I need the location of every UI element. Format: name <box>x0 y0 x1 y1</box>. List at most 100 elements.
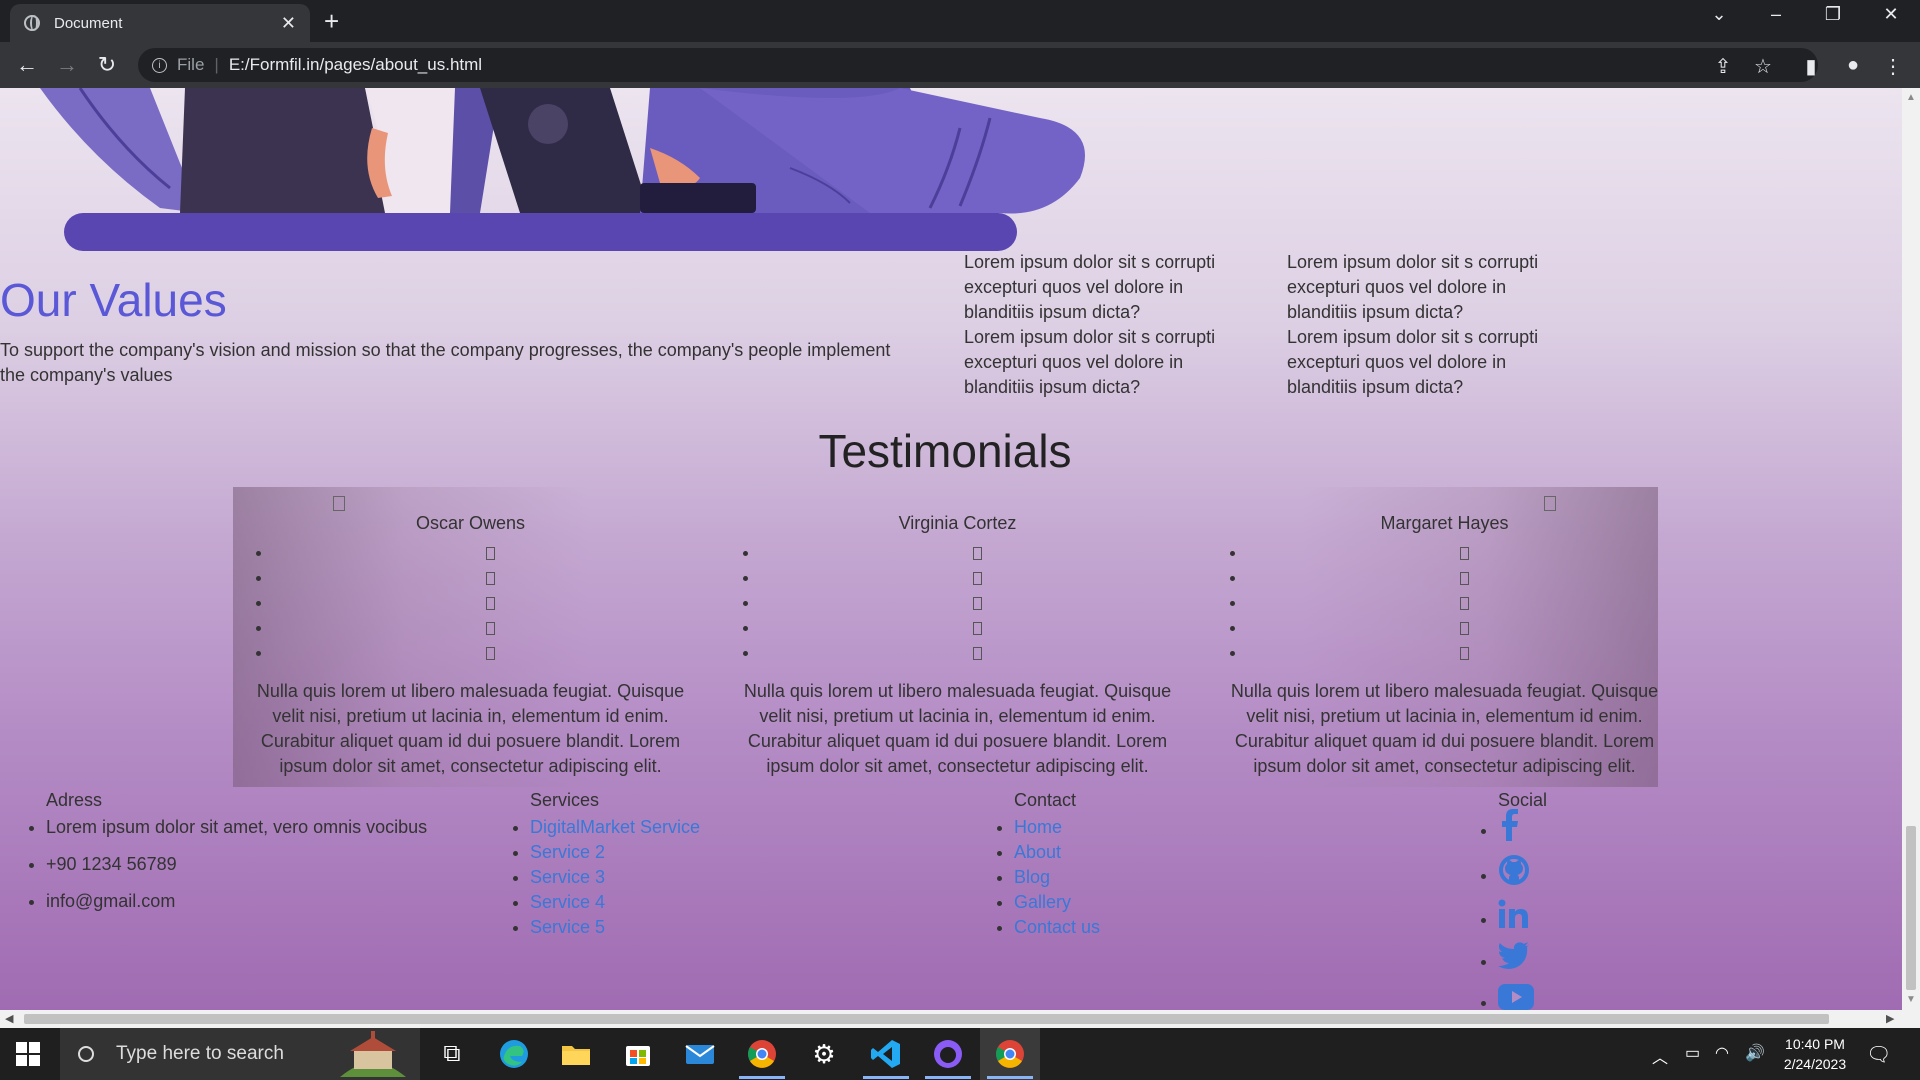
values-paragraph: Lorem ipsum dolor sit s corrupti exceptu… <box>1287 252 1539 322</box>
testimonials-title: Testimonials <box>818 425 1072 477</box>
service-link[interactable]: Service 4 <box>530 892 605 912</box>
back-button[interactable]: ← <box>12 52 42 78</box>
active-app-indicator <box>925 1076 971 1079</box>
tab-close-icon[interactable]: ✕ <box>281 13 296 34</box>
service-link[interactable]: Service 2 <box>530 842 605 862</box>
settings-gear-icon[interactable]: ⚙ <box>808 1038 840 1070</box>
info-icon[interactable]: i <box>152 57 167 73</box>
vertical-scrollbar[interactable]: ▲ ▼ <box>1902 88 1920 1010</box>
tray-chevron-icon[interactable]: ︿ <box>1652 1044 1668 1068</box>
address-bar[interactable]: i File | E:/Formfil.in/pages/about_us.ht… <box>138 48 1818 82</box>
horizontal-scrollbar[interactable]: ◀ ▶ <box>0 1010 1920 1028</box>
rating-stars <box>1207 540 1682 665</box>
youtube-icon[interactable] <box>1498 983 1534 1010</box>
tab-search-icon[interactable]: ⌄ <box>1694 4 1744 25</box>
star-icon <box>1247 615 1682 640</box>
phone-text: +90 1234 56789 <box>46 852 486 877</box>
star-icon <box>1247 540 1682 565</box>
vscode-icon[interactable] <box>870 1038 902 1070</box>
page-viewport: Our Values To support the company's visi… <box>0 88 1902 1010</box>
url-scheme: File <box>177 55 205 74</box>
horizontal-scroll-thumb[interactable] <box>24 1014 1829 1024</box>
service-link[interactable]: Service 3 <box>530 867 605 887</box>
github-icon[interactable] <box>1498 854 1530 899</box>
star-icon <box>760 615 1195 640</box>
testimonial-carousel: Oscar Owens Nulla quis lorem ut libero m… <box>233 487 1658 787</box>
service-link[interactable]: DigitalMarket Service <box>530 817 700 837</box>
active-app-indicator <box>863 1076 909 1079</box>
star-icon <box>760 590 1195 615</box>
globe-icon <box>24 15 40 31</box>
microsoft-store-icon[interactable] <box>622 1038 654 1070</box>
contact-link-about[interactable]: About <box>1014 842 1061 862</box>
vertical-scroll-thumb[interactable] <box>1906 826 1916 990</box>
volume-icon[interactable]: 🔊 <box>1745 1043 1765 1063</box>
reload-button[interactable]: ↻ <box>92 52 122 78</box>
file-explorer-icon[interactable] <box>560 1038 592 1070</box>
taskbar-search-placeholder: Type here to search <box>116 1043 284 1064</box>
footer-social: Social <box>1498 788 1698 1010</box>
scroll-left-icon[interactable]: ◀ <box>5 1012 13 1025</box>
taskbar-clock[interactable]: 10:40 PM 2/24/2023 <box>1782 1036 1848 1072</box>
contact-link-gallery[interactable]: Gallery <box>1014 892 1071 912</box>
values-paragraph: Lorem ipsum dolor sit s corrupti exceptu… <box>964 327 1216 397</box>
window-close-button[interactable]: ✕ <box>1866 4 1916 25</box>
wifi-icon[interactable]: ◠ <box>1715 1043 1729 1063</box>
testimonial-card: Oscar Owens Nulla quis lorem ut libero m… <box>233 487 708 779</box>
linkedin-icon[interactable] <box>1498 899 1530 942</box>
restore-button[interactable]: ❐ <box>1808 4 1858 25</box>
team-illustration <box>40 88 1085 251</box>
profile-icon[interactable]: ● <box>1840 54 1866 77</box>
minimize-button[interactable]: – <box>1751 4 1801 25</box>
service-link[interactable]: Service 5 <box>530 917 605 937</box>
star-icon <box>273 540 708 565</box>
menu-icon[interactable]: ⋮ <box>1880 54 1906 79</box>
scroll-down-icon[interactable]: ▼ <box>1906 994 1916 1005</box>
url-separator: | <box>214 55 219 74</box>
email-text: info@gmail.com <box>46 889 486 914</box>
contact-link-home[interactable]: Home <box>1014 817 1062 837</box>
testimonial-card: Margaret Hayes Nulla quis lorem ut liber… <box>1207 487 1682 779</box>
mail-icon[interactable] <box>684 1038 716 1070</box>
notifications-icon[interactable]: 🗨 <box>1866 1042 1891 1067</box>
windows-taskbar: Type here to search ⧉ ⚙ ︿ ▭ ◠ 🔊 10:40 PM… <box>0 1028 1920 1080</box>
forward-button[interactable]: → <box>52 52 82 78</box>
share-icon[interactable]: ⇪ <box>1710 54 1736 79</box>
battery-icon[interactable]: ▭ <box>1685 1043 1700 1063</box>
chrome-icon[interactable] <box>746 1038 778 1070</box>
star-icon <box>273 615 708 640</box>
values-paragraph: Lorem ipsum dolor sit s corrupti exceptu… <box>1287 327 1539 397</box>
testimonial-quote: Nulla quis lorem ut libero malesuada feu… <box>256 681 685 776</box>
chrome-window-icon[interactable] <box>994 1038 1026 1070</box>
clock-date: 2/24/2023 <box>1783 1056 1847 1072</box>
url-text[interactable]: E:/Formfil.in/pages/about_us.html <box>229 55 482 75</box>
github-desktop-icon[interactable] <box>932 1038 964 1070</box>
star-icon <box>273 565 708 590</box>
star-icon <box>760 540 1195 565</box>
active-app-indicator <box>987 1076 1033 1079</box>
values-column-2: Lorem ipsum dolor sit s corrupti exceptu… <box>1287 250 1547 400</box>
browser-tab-bar: Document ✕ + ⌄ – ❐ ✕ <box>0 0 1920 42</box>
star-icon <box>760 565 1195 590</box>
search-icon <box>78 1046 94 1062</box>
new-tab-button[interactable]: + <box>324 6 339 37</box>
contact-link-contact-us[interactable]: Contact us <box>1014 917 1100 937</box>
values-column-1: Lorem ipsum dolor sit s corrupti exceptu… <box>964 250 1224 400</box>
footer-heading: Services <box>530 790 600 810</box>
footer-contact: Contact Home About Blog Gallery Contact … <box>1014 788 1314 940</box>
active-app-indicator <box>739 1076 785 1079</box>
task-view-icon[interactable]: ⧉ <box>436 1038 468 1070</box>
side-panel-icon[interactable]: ▮ <box>1798 54 1824 79</box>
scroll-right-icon[interactable]: ▶ <box>1886 1012 1894 1025</box>
bookmark-star-icon[interactable]: ☆ <box>1750 54 1776 79</box>
windows-start-icon[interactable] <box>16 1042 40 1066</box>
contact-link-blog[interactable]: Blog <box>1014 867 1050 887</box>
scroll-up-icon[interactable]: ▲ <box>1906 92 1916 103</box>
twitter-icon[interactable] <box>1498 942 1530 983</box>
browser-tab[interactable]: Document ✕ <box>10 4 310 42</box>
facebook-icon[interactable] <box>1498 809 1520 854</box>
footer-services: Services DigitalMarket Service Service 2… <box>530 788 830 940</box>
testimonial-name: Virginia Cortez <box>898 513 1017 533</box>
edge-icon[interactable] <box>498 1038 530 1070</box>
taskbar-search-box[interactable]: Type here to search <box>60 1028 420 1080</box>
